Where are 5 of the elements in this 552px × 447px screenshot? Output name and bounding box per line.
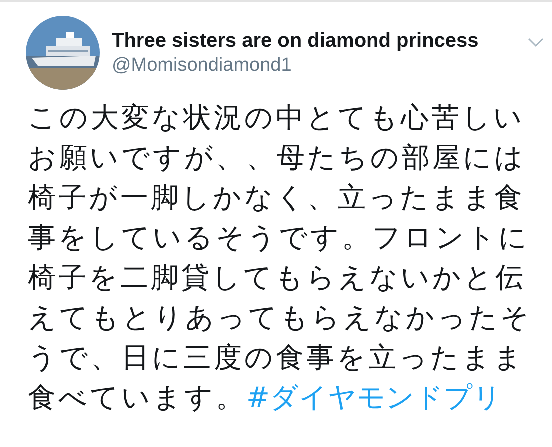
display-name: Three sisters are on diamond princess (112, 30, 480, 52)
hashtag-link[interactable]: #ダイヤモンドプリ (246, 381, 502, 414)
chevron-down-icon[interactable] (528, 38, 544, 48)
user-handle: @Momisondiamond1 (112, 54, 293, 76)
tweet-text: この大変な状況の中とても心苦しいお願いですが、、母たちの部屋には椅子が一脚しかなく、立ったまま食事をしているそうです。フロントに椅子を二脚貸してもらえないかと伝えてもとりあってもらえなかったそうで、日に三度の食事を立ったまま食べています。#ダイヤモンドプリ (28, 100, 533, 416)
